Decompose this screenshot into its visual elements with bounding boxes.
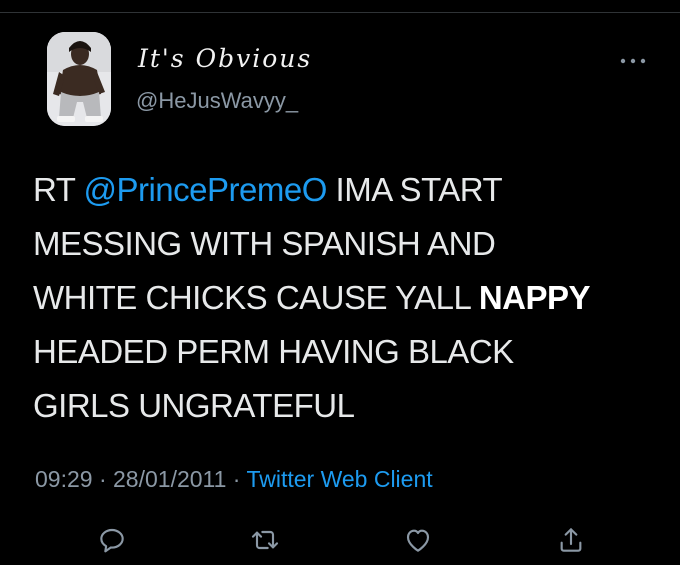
mention-link[interactable]: @PrincePremeO [83,171,327,208]
meta-separator-2: · [226,466,247,492]
reply-icon[interactable] [96,524,128,556]
tweet-time: 09:29 [35,466,93,492]
tweet-line-5: GIRLS UNGRATEFUL [33,387,355,424]
source-client-link[interactable]: Twitter Web Client [246,466,432,492]
avatar[interactable] [47,32,111,126]
share-icon[interactable] [555,524,587,556]
tweet-line-1: RT @PrincePremeO IMA START [33,163,653,217]
username-handle[interactable]: @HeJusWavyy_ [136,88,298,114]
meta-separator: · [92,466,114,492]
heart-icon[interactable] [402,524,434,556]
retweet-icon[interactable] [249,524,281,556]
display-name[interactable]: It's Obvious [138,44,312,73]
bold-word: NAPPY [478,279,591,316]
tweet-line-3: WHITE CHICKS CAUSE YALL NAPPY [33,271,653,325]
top-divider [0,12,680,13]
more-horizontal-icon[interactable] [618,54,648,68]
tweet-metadata: 09:29 · 28/01/2011 · Twitter Web Client [35,466,433,493]
tweet-line-2: MESSING WITH SPANISH AND [33,225,496,262]
tweet-line-4: HEADED PERM HAVING BLACK [33,333,514,370]
retweet-prefix: RT [33,171,84,208]
avatar-photo [47,32,111,126]
tweet-text: RT @PrincePremeO IMA START MESSING WITH … [33,163,653,433]
tweet-date: 28/01/2011 [113,466,227,492]
tweet-line-1-rest: IMA START [326,171,503,208]
tweet-line-3-text: WHITE CHICKS CAUSE YALL [33,279,479,316]
